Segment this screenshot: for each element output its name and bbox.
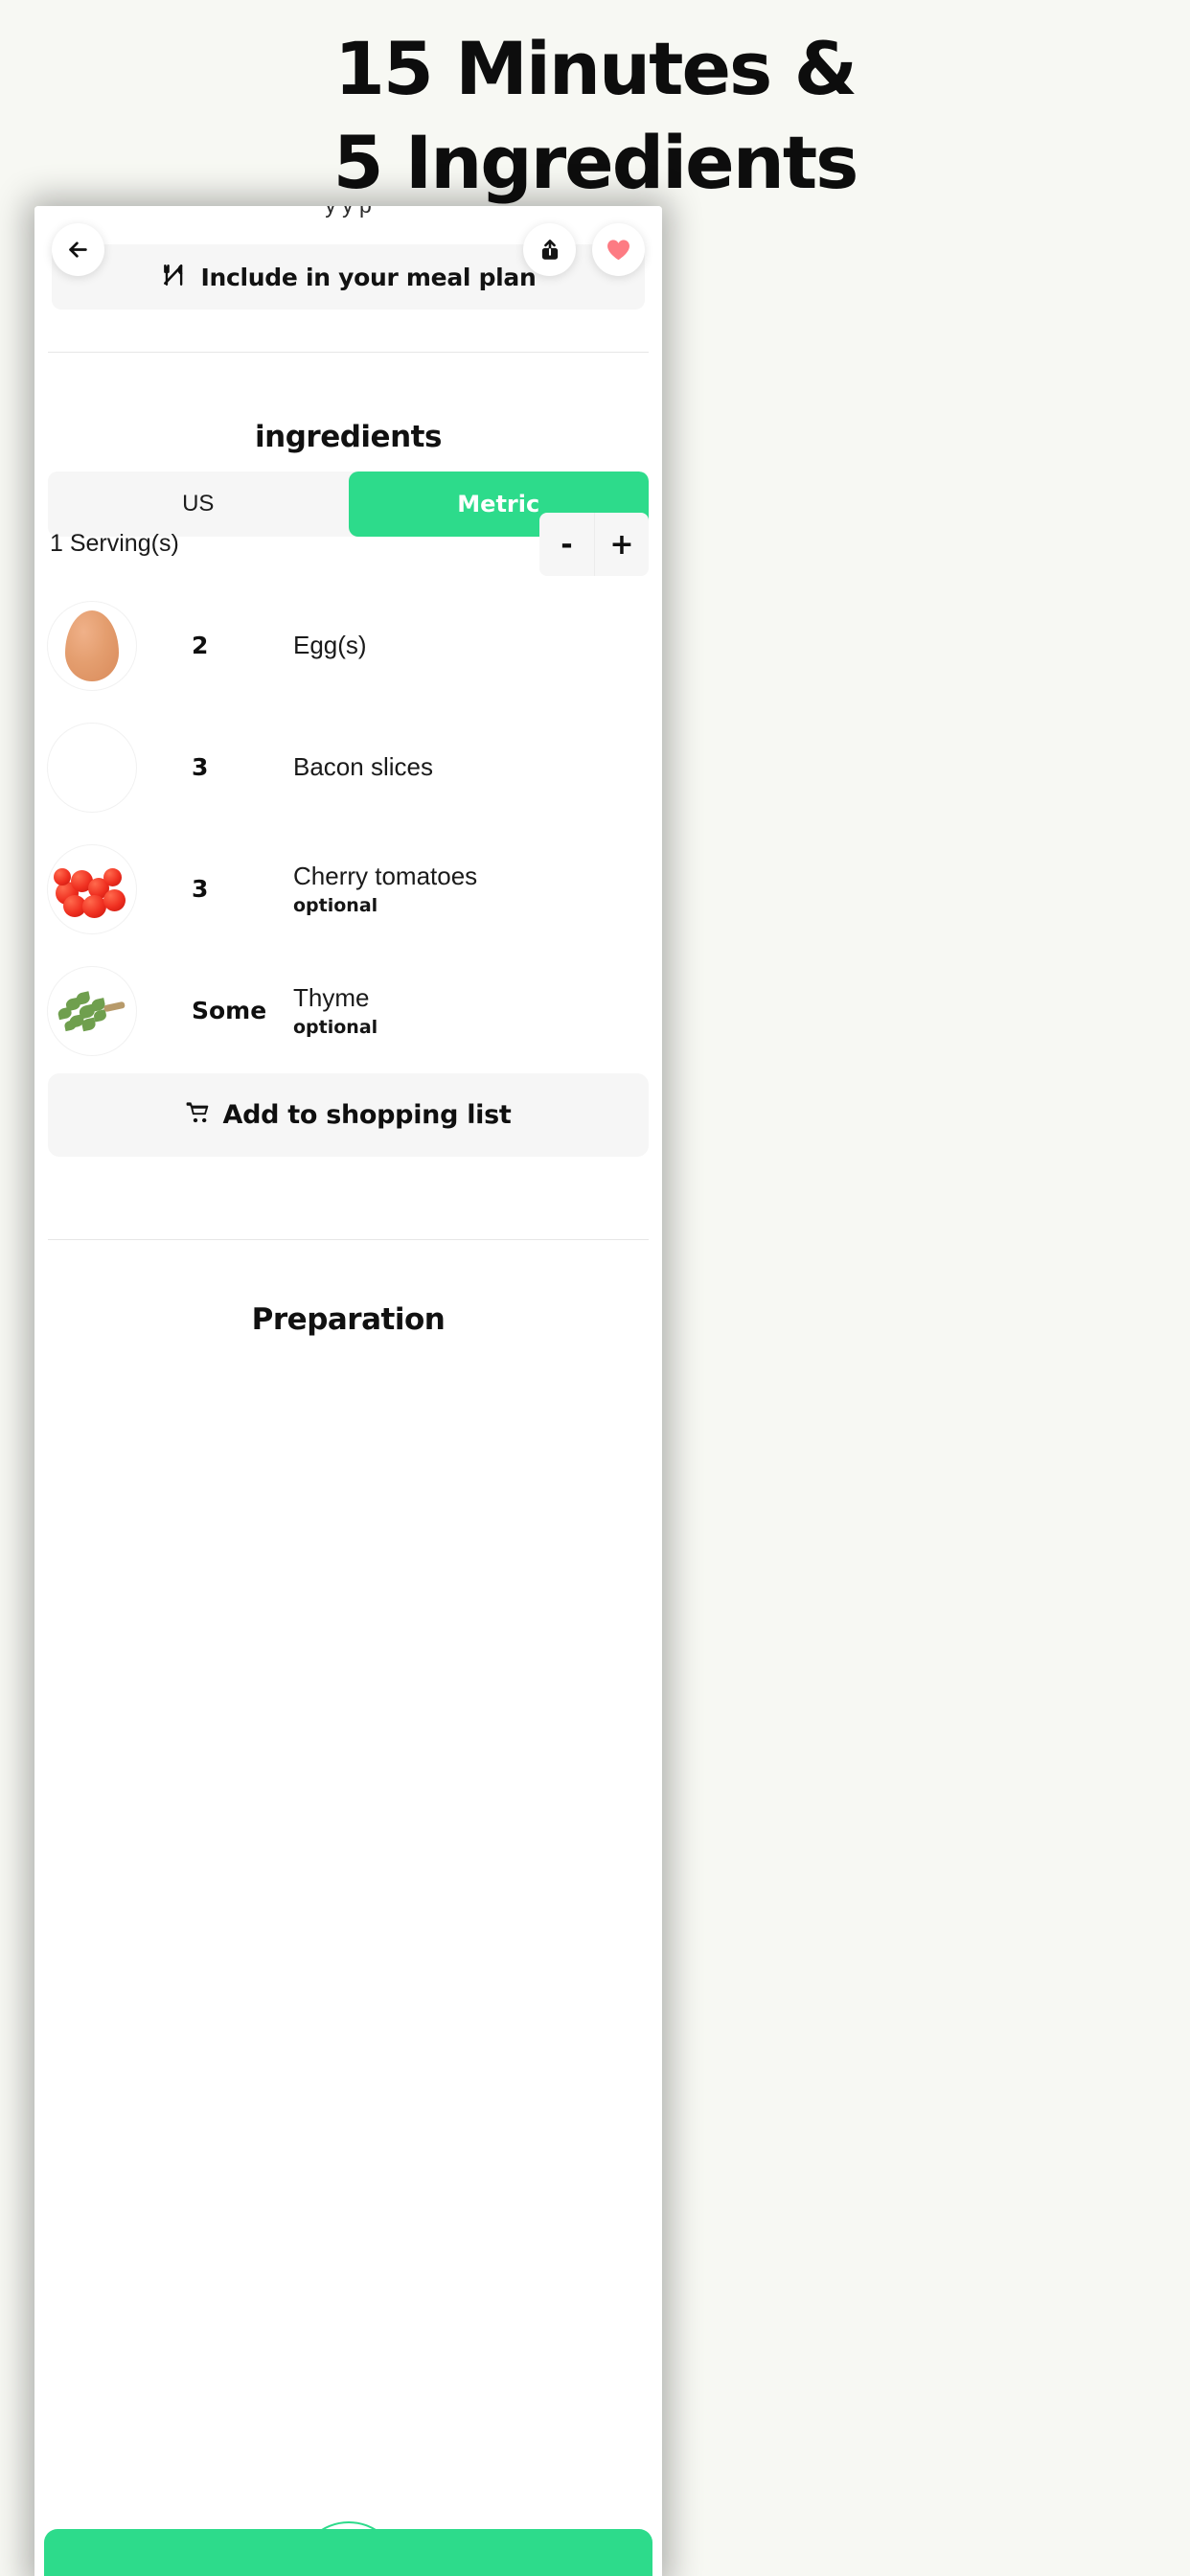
arrow-left-icon xyxy=(65,237,91,263)
favorite-button[interactable] xyxy=(592,223,645,276)
ingredients-title: ingredients xyxy=(255,420,442,454)
clipped-top-text: y y p xyxy=(34,206,662,218)
ingredient-name: Bacon slices xyxy=(293,751,433,781)
add-to-shopping-list-button[interactable]: Add to shopping list xyxy=(48,1073,649,1157)
ingredient-name: Cherry tomatoes xyxy=(293,861,478,890)
ingredient-row[interactable]: 2 Egg(s) xyxy=(34,585,662,706)
servings-increment-button[interactable]: + xyxy=(594,513,649,576)
fork-knife-icon xyxy=(161,263,186,292)
bottom-action-bar[interactable] xyxy=(44,2529,652,2576)
shopping-cart-icon xyxy=(186,1101,210,1130)
preparation-title: Preparation xyxy=(251,1302,446,1337)
ingredient-quantity: 3 xyxy=(192,875,209,903)
ingredient-row[interactable]: 3 Bacon slices xyxy=(34,706,662,828)
promo-heading-line-1: 15 Minutes & xyxy=(334,26,858,111)
share-button[interactable] xyxy=(523,223,576,276)
ingredient-quantity: 3 xyxy=(192,753,209,781)
thyme-image xyxy=(48,966,136,1055)
divider-bottom xyxy=(48,1239,649,1240)
promo-heading-line-2: 5 Ingredients xyxy=(332,120,859,205)
ingredient-quantity: 2 xyxy=(192,632,209,659)
share-icon xyxy=(538,238,562,263)
recipe-screen: y y p Include in your meal plan xyxy=(34,206,662,2576)
servings-decrement-button[interactable]: - xyxy=(539,513,594,576)
ingredient-name: Thyme xyxy=(293,982,370,1012)
ingredient-text-block: Thyme optional xyxy=(293,983,378,1038)
heart-icon xyxy=(606,238,631,262)
promo-heading: 15 Minutes & 5 Ingredients xyxy=(0,0,1190,199)
add-to-shopping-list-label: Add to shopping list xyxy=(222,1100,512,1130)
ingredient-list: 2 Egg(s) 3 Bacon slices 3 Cherry tomatoe… xyxy=(34,585,662,1071)
servings-row: 1 Serving(s) - + xyxy=(34,513,662,580)
divider-top xyxy=(48,352,649,353)
ingredient-optional-badge: optional xyxy=(293,895,378,917)
ingredient-quantity: Some xyxy=(192,997,267,1024)
ingredient-name: Egg(s) xyxy=(293,630,367,659)
cherry-tomatoes-image xyxy=(48,844,136,933)
bacon-image xyxy=(48,723,136,812)
ingredient-row[interactable]: Some Thyme optional xyxy=(34,950,662,1071)
back-button[interactable] xyxy=(52,223,104,276)
ingredient-optional-badge: optional xyxy=(293,1017,378,1039)
ingredient-text-block: Bacon slices xyxy=(293,752,433,782)
egg-image xyxy=(48,601,136,690)
include-in-meal-plan-label: Include in your meal plan xyxy=(200,263,537,291)
ingredient-row[interactable]: 3 Cherry tomatoes optional xyxy=(34,828,662,950)
servings-stepper[interactable]: - + xyxy=(539,513,649,576)
servings-label: 1 Serving(s) xyxy=(50,530,179,557)
ingredient-text-block: Cherry tomatoes optional xyxy=(293,862,477,916)
phone-screenshot-card: y y p Include in your meal plan xyxy=(34,206,662,2576)
ingredient-text-block: Egg(s) xyxy=(293,631,367,660)
